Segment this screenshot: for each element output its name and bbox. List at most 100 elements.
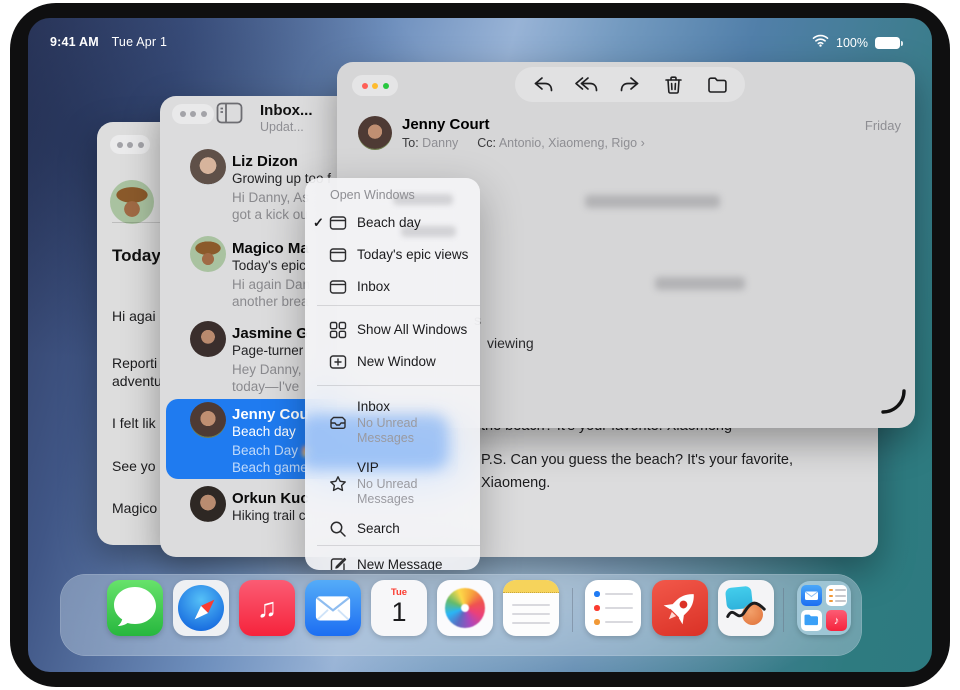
menu-item-search[interactable]: Search [305, 513, 480, 545]
menu-item-new-message[interactable]: New Message [305, 549, 480, 570]
dock-app-music[interactable]: ♫ [239, 580, 295, 636]
minimize-dot [372, 83, 378, 89]
notes-line [512, 604, 550, 606]
grid-icon [329, 321, 347, 339]
notes-line [512, 613, 550, 615]
message-preview: another brea [232, 294, 309, 309]
freeform-squiggle [718, 580, 774, 636]
folder-button[interactable] [704, 72, 730, 98]
recipients-line[interactable]: To: Danny Cc: Antonio, Xiaomeng, Rigo › [402, 136, 645, 150]
window-resize-handle[interactable] [879, 387, 907, 420]
sender-name: Jenny Court [402, 116, 490, 133]
mini-mail-icon [801, 585, 822, 606]
message-preview: today—I've [232, 379, 299, 394]
dock-app-freeform[interactable] [718, 580, 774, 636]
window-controls[interactable] [172, 104, 214, 124]
battery-percentage: 100% [836, 36, 868, 50]
message-preview: Hey Danny, [232, 362, 302, 377]
dock-app-calendar[interactable]: Tue 1 [371, 580, 427, 636]
dock-app-photos[interactable] [437, 580, 493, 636]
trash-button[interactable] [661, 72, 687, 98]
menu-item-subtitle: Messages [357, 492, 414, 506]
menu-item-inbox-window[interactable]: Inbox [305, 271, 480, 303]
reply-all-button[interactable] [574, 72, 600, 98]
mini-list-icon [826, 585, 847, 606]
avatar [358, 116, 392, 150]
menu-item-label: New Window [357, 354, 436, 369]
menu-item-subtitle: Messages [357, 431, 414, 445]
home-screen: 9:41 AM Tue Apr 1 100% [28, 18, 932, 672]
menu-item-subtitle: No Unread [357, 477, 417, 491]
menu-item-vip-mailbox[interactable]: VIP No Unread Messages [305, 460, 480, 514]
message-body-line: See yo [112, 458, 156, 474]
avatar [190, 149, 226, 185]
menu-item-subtitle: No Unread [357, 416, 417, 430]
mini-folder-icon [801, 610, 822, 631]
photos-pinwheel-icon [445, 588, 485, 628]
menu-item-label: Inbox [357, 399, 390, 414]
message-body-line: Hi agai [112, 308, 156, 324]
message-preview: Hi again Dan [232, 277, 310, 292]
menu-item-label: Search [357, 521, 400, 536]
speech-bubble-icon [107, 580, 163, 636]
message-subject: Page-turner [232, 343, 303, 358]
window-controls[interactable] [110, 135, 150, 154]
avatar [190, 236, 226, 272]
dock-app-notes[interactable] [503, 580, 559, 636]
sender-name: Liz Dizon [232, 153, 298, 170]
dock-app-rocket[interactable] [652, 580, 708, 636]
reading-pane-ps-line: Xiaomeng. [481, 475, 550, 491]
window-icon [329, 278, 347, 296]
message-preview: got a kick ou [232, 207, 308, 222]
message-preview: Beach game [232, 460, 308, 475]
redacted-text [655, 277, 745, 290]
clock-date: Tue Apr 1 [112, 35, 168, 49]
battery-icon [875, 37, 900, 49]
dock-app-reminders[interactable] [585, 580, 641, 636]
cc-label: Cc: [477, 136, 496, 150]
menu-item-new-window[interactable]: New Window [305, 346, 480, 378]
star-icon [329, 475, 347, 493]
statusbar-time-date: 9:41 AM Tue Apr 1 [50, 35, 167, 49]
window-control-dot [180, 111, 186, 117]
envelope-icon [305, 580, 361, 636]
dock-app-mail[interactable] [305, 580, 361, 636]
dock-app-messages[interactable] [107, 580, 163, 636]
mailbox-subtitle: Updat... [260, 120, 304, 134]
message-toolbar [515, 67, 745, 102]
dock-app-safari[interactable] [173, 580, 229, 636]
message-subject: Beach day [232, 424, 296, 439]
window-control-dot [138, 142, 144, 148]
dock: ♫ Tue 1 [60, 574, 862, 656]
message-body-line: adventu [112, 373, 162, 389]
window-control-dot [190, 111, 196, 117]
sender-name: Jasmine G [232, 325, 308, 342]
message-preview: Hi Danny, As [232, 190, 309, 205]
avatar [190, 402, 226, 438]
menu-item-label: New Message [357, 557, 443, 570]
avatar [190, 321, 226, 357]
window-control-dot [117, 142, 123, 148]
to-label: To: [402, 136, 419, 150]
window-controls[interactable] [352, 75, 398, 96]
message-subject-heading: Today [112, 246, 161, 266]
dock-divider [572, 588, 573, 632]
reply-button[interactable] [530, 72, 556, 98]
menu-item-todays-epic-views[interactable]: Today's epic views [305, 239, 480, 271]
reading-pane-ps-line: P.S. Can you guess the beach? It's your … [481, 452, 793, 468]
menu-item-beach-day[interactable]: ✓ Beach day [305, 207, 480, 239]
mailbox-title: Inbox... [260, 102, 313, 119]
window-icon [329, 214, 347, 232]
sender-name: Jenny Cou [232, 406, 309, 423]
reminder-dot [594, 591, 600, 597]
dock-app-library[interactable]: ♪ [797, 581, 851, 635]
message-body-line: Reporti [112, 355, 157, 371]
menu-item-show-all-windows[interactable]: Show All Windows [305, 314, 480, 346]
reminder-dot [594, 619, 600, 625]
menu-item-inbox-mailbox[interactable]: Inbox No Unread Messages [305, 399, 480, 453]
forward-button[interactable] [617, 72, 643, 98]
sidebar-toggle-button[interactable] [216, 102, 246, 126]
plus-window-icon [329, 353, 347, 371]
avatar [110, 180, 154, 224]
message-body-line: Magico [112, 500, 157, 516]
